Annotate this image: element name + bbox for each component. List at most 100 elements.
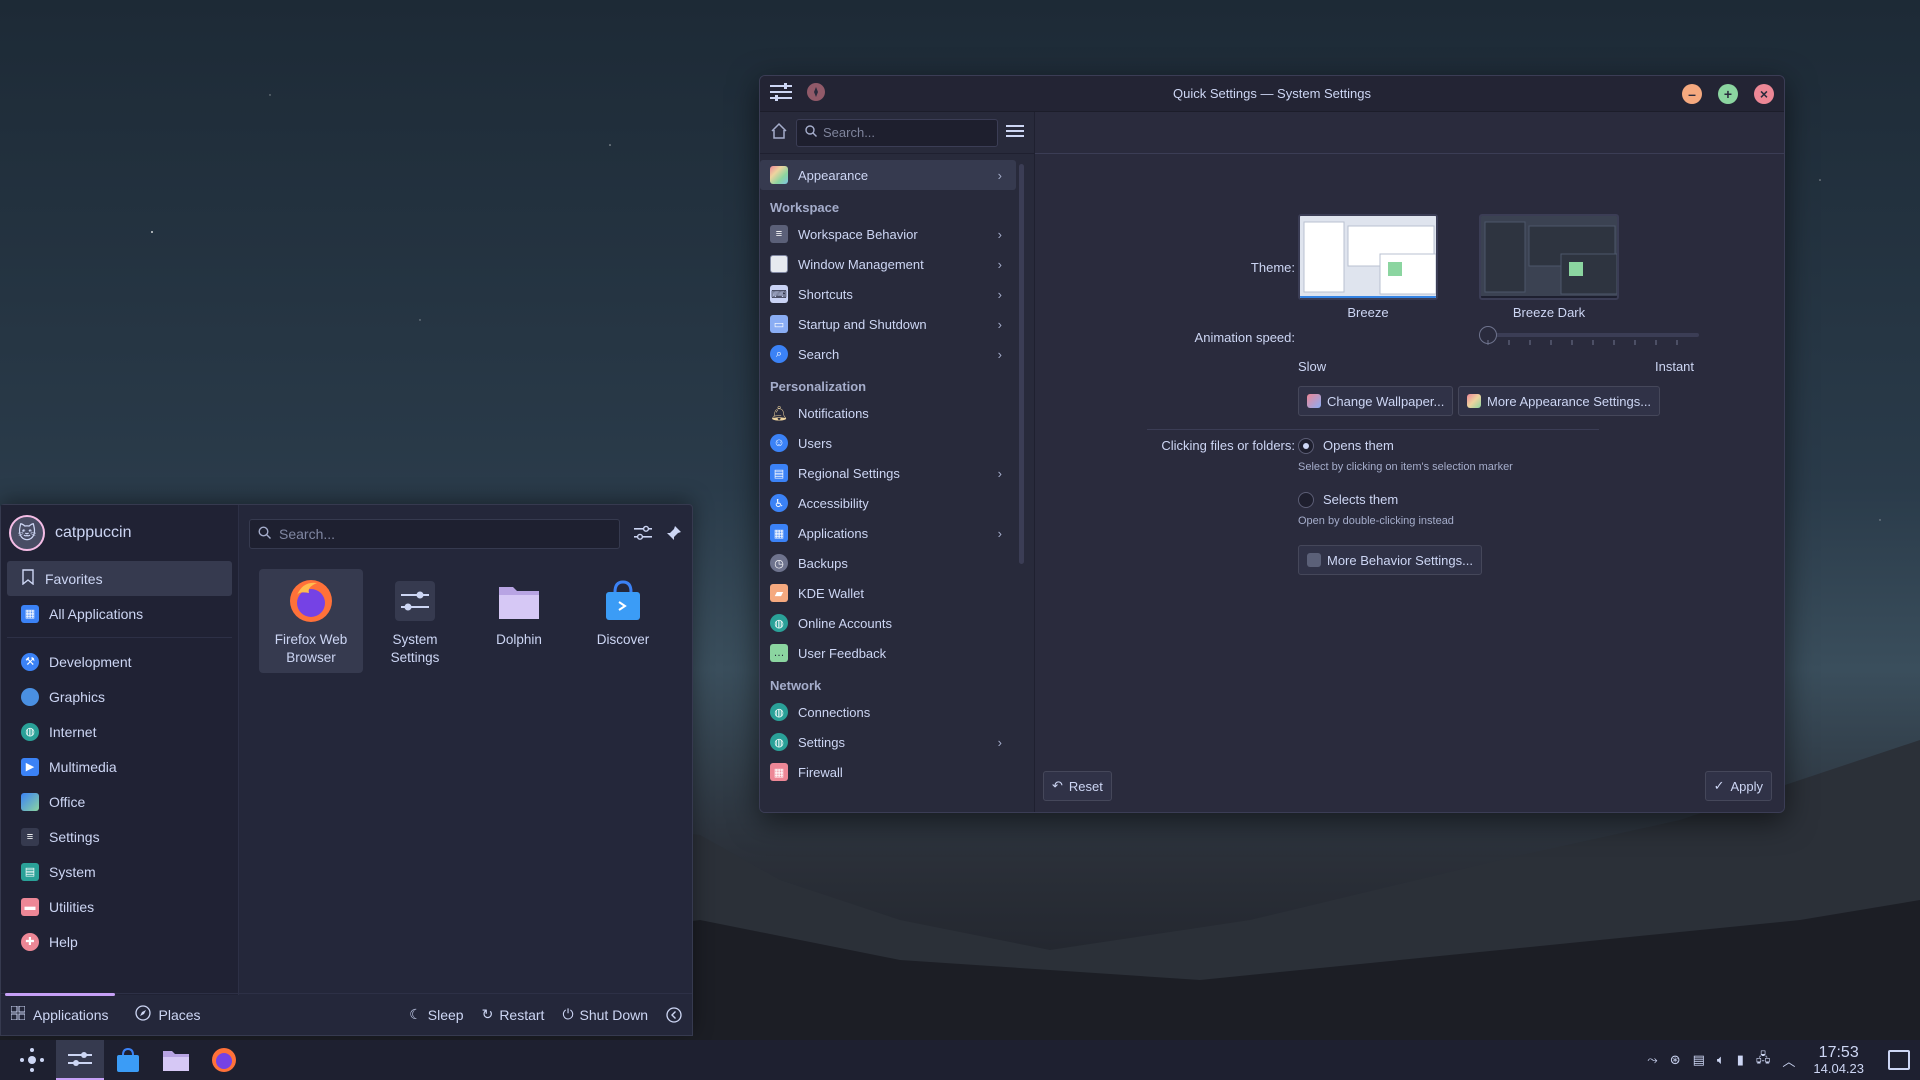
configure-sliders-icon[interactable]	[634, 524, 652, 545]
theme-breeze-thumbnail[interactable]	[1298, 214, 1438, 300]
category-multimedia[interactable]: ▶ Multimedia	[7, 749, 232, 784]
sidebar-item-users[interactable]: ☺ Users	[760, 428, 1016, 458]
restart-icon: ↻	[481, 1006, 494, 1022]
sidebar-item-connections[interactable]: ◍ Connections	[760, 697, 1016, 727]
tab-label: Places	[158, 1006, 201, 1023]
updates-icon[interactable]: ⊛	[1670, 1052, 1681, 1068]
launcher-search-field[interactable]	[249, 519, 620, 549]
application-launcher-button[interactable]	[8, 1040, 56, 1080]
sidebar-item-accessibility[interactable]: ♿︎ Accessibility	[760, 488, 1016, 518]
leave-menu-button[interactable]	[666, 1006, 682, 1023]
window-titlebar[interactable]: Quick Settings — System Settings – + ×	[760, 76, 1784, 112]
digital-clock[interactable]: 17:53 14.04.23	[1813, 1044, 1864, 1075]
animation-speed-slider[interactable]	[1479, 326, 1699, 345]
home-icon[interactable]	[770, 122, 788, 143]
more-appearance-settings-button[interactable]: More Appearance Settings...	[1458, 386, 1661, 416]
users-icon: ☺	[770, 434, 788, 452]
apply-button[interactable]: ✓ Apply	[1704, 771, 1772, 801]
tab-applications[interactable]: Applications	[5, 993, 114, 1035]
minimize-button[interactable]: –	[1682, 83, 1702, 104]
taskbar-system-settings[interactable]	[56, 1040, 104, 1080]
sidebar-item-network-settings[interactable]: ◍ Settings ›	[760, 727, 1016, 757]
sidebar-item-appearance[interactable]: Appearance ›	[760, 160, 1016, 190]
sidebar-item-kde-wallet[interactable]: ▰ KDE Wallet	[760, 578, 1016, 608]
appearance-icon	[770, 166, 788, 184]
category-internet[interactable]: ◍ Internet	[7, 714, 232, 749]
launcher-search-input[interactable]	[279, 526, 619, 542]
category-system[interactable]: ▤ System	[7, 854, 232, 889]
pin-icon[interactable]	[666, 525, 682, 544]
sidebar-item-notifications[interactable]: 🔔︎ Notifications	[760, 398, 1016, 428]
category-development[interactable]: ⚒ Development	[7, 644, 232, 679]
sidebar-item-applications[interactable]: ▦ Applications ›	[760, 518, 1016, 548]
app-system-settings[interactable]: System Settings	[363, 569, 467, 673]
backups-icon: ◷	[770, 554, 788, 572]
sidebar-item-shortcuts[interactable]: ⌨ Shortcuts ›	[760, 279, 1016, 309]
sidebar-item-backups[interactable]: ◷ Backups	[760, 548, 1016, 578]
tab-places[interactable]: Places	[134, 994, 201, 1035]
category-label: Multimedia	[49, 758, 117, 775]
shutdown-button[interactable]: ⏻ Shut Down	[562, 1006, 648, 1023]
opens-them-label[interactable]: Opens them	[1323, 438, 1394, 453]
close-button[interactable]: ×	[1754, 83, 1774, 104]
sidebar-item-regional-settings[interactable]: ▤ Regional Settings ›	[760, 458, 1016, 488]
reset-button[interactable]: ↶ Reset	[1043, 771, 1112, 801]
app-discover[interactable]: Discover	[571, 569, 675, 673]
category-favorites[interactable]: Favorites	[7, 561, 232, 596]
settings-search-input[interactable]	[823, 125, 989, 140]
more-behavior-settings-button[interactable]: More Behavior Settings...	[1298, 545, 1482, 575]
category-utilities[interactable]: ▬ Utilities	[7, 889, 232, 924]
appearance-icon	[1467, 394, 1481, 408]
slider-track	[1479, 333, 1699, 337]
launcher-user-header[interactable]: 🐱︎ catppuccin	[1, 505, 238, 561]
network-icon[interactable]: 🖧︎	[1756, 1049, 1771, 1071]
clipboard-icon[interactable]: ▤	[1693, 1052, 1705, 1068]
category-label: Internet	[49, 723, 97, 740]
avatar[interactable]: 🐱︎	[9, 515, 45, 551]
hamburger-menu-icon[interactable]	[1006, 123, 1024, 142]
sleep-button[interactable]: ☾ Sleep	[409, 1006, 463, 1023]
sidebar-section-personalization: Personalization	[770, 379, 867, 394]
sidebar-item-label: Connections	[798, 704, 871, 720]
restart-button[interactable]: ↻ Restart	[482, 1006, 545, 1023]
taskbar-firefox[interactable]	[200, 1040, 248, 1080]
category-help[interactable]: ✚ Help	[7, 924, 232, 959]
app-dolphin[interactable]: Dolphin	[467, 569, 571, 673]
kde-connect-icon[interactable]: ⤳	[1647, 1052, 1657, 1068]
show-desktop-button[interactable]	[1888, 1050, 1910, 1070]
category-office[interactable]: Office	[7, 784, 232, 819]
keyboard-icon: ⌨	[770, 285, 788, 303]
taskbar-discover[interactable]	[104, 1040, 152, 1080]
chevron-up-icon[interactable]: ︿	[1782, 1051, 1795, 1070]
chevron-right-icon: ›	[997, 286, 1002, 302]
category-graphics[interactable]: Graphics	[7, 679, 232, 714]
application-launcher: 🐱︎ catppuccin Favorites ▦ All Applicatio…	[0, 504, 693, 1036]
selects-them-label[interactable]: Selects them	[1323, 492, 1398, 507]
sidebar-item-search[interactable]: ⌕ Search ›	[760, 339, 1016, 369]
sidebar-item-user-feedback[interactable]: … User Feedback	[760, 638, 1016, 668]
usb-device-icon[interactable]: ▮	[1737, 1052, 1744, 1068]
app-firefox[interactable]: Firefox Web Browser	[259, 569, 363, 673]
taskbar-dolphin[interactable]	[152, 1040, 200, 1080]
theme-breeze-dark-thumbnail[interactable]	[1479, 214, 1619, 300]
globe-icon: ◍	[21, 722, 39, 741]
sidebar-item-workspace-behavior[interactable]: ≡ Workspace Behavior ›	[760, 219, 1016, 249]
maximize-button[interactable]: +	[1718, 83, 1738, 104]
system-settings-window[interactable]: Quick Settings — System Settings – + × S…	[759, 75, 1785, 813]
volume-icon[interactable]: 🔈︎	[1717, 1052, 1725, 1068]
workspace-behavior-icon	[1307, 553, 1321, 567]
sidebar-scrollbar[interactable]	[1019, 164, 1024, 564]
button-label: Sleep	[427, 1006, 464, 1023]
sidebar-item-firewall[interactable]: ▦ Firewall	[760, 757, 1016, 787]
sidebar-item-online-accounts[interactable]: ◍ Online Accounts	[760, 608, 1016, 638]
sidebar-item-startup-shutdown[interactable]: ▭ Startup and Shutdown ›	[760, 309, 1016, 339]
category-settings[interactable]: ≡ Settings	[7, 819, 232, 854]
sidebar-item-window-management[interactable]: Window Management ›	[760, 249, 1016, 279]
opens-them-radio[interactable]	[1298, 438, 1314, 454]
selects-them-radio[interactable]	[1298, 492, 1314, 508]
category-all-applications[interactable]: ▦ All Applications	[7, 596, 232, 631]
settings-app-icon[interactable]	[770, 83, 792, 104]
change-wallpaper-button[interactable]: Change Wallpaper...	[1298, 386, 1454, 416]
pin-icon[interactable]	[806, 82, 826, 105]
settings-search-field[interactable]	[796, 118, 998, 147]
